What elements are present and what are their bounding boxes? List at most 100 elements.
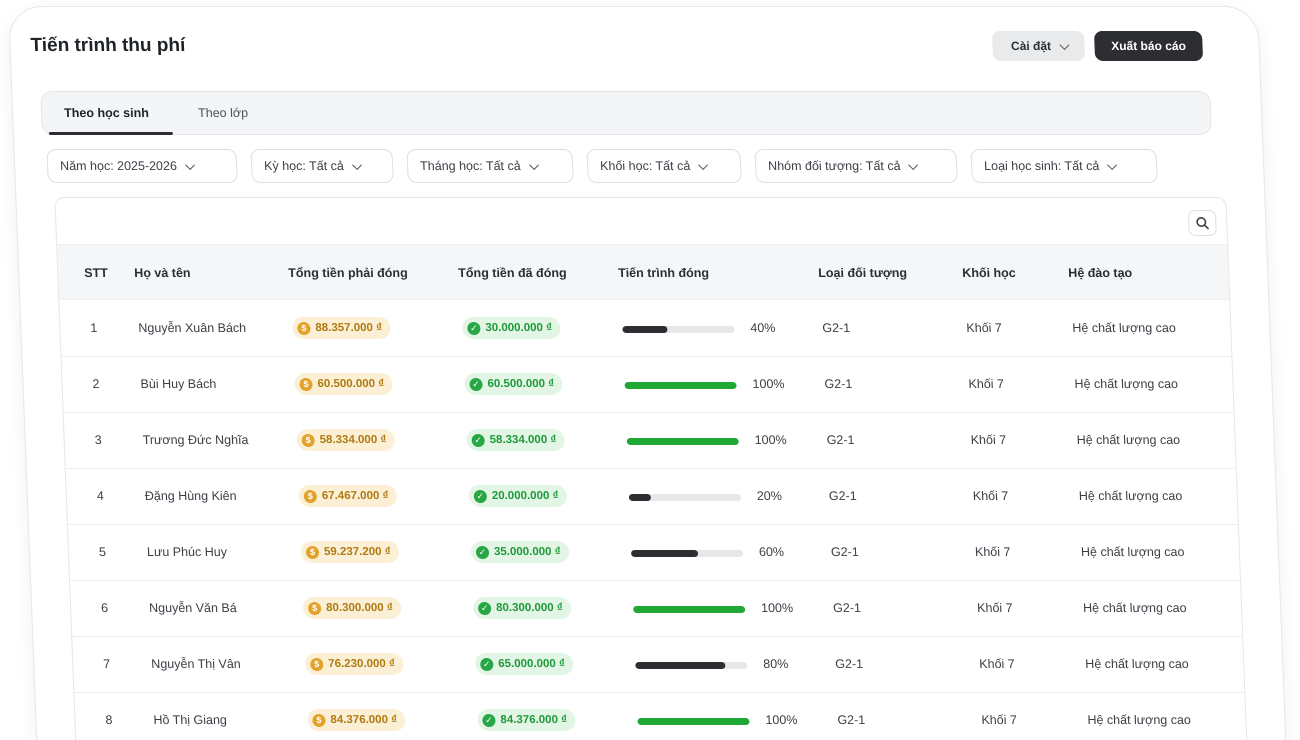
settings-button[interactable]: Cài đặt: [991, 31, 1086, 61]
payment-progress-percent: 40%: [750, 321, 776, 335]
export-report-button[interactable]: Xuất báo cáo: [1093, 31, 1204, 61]
chevron-down-icon: [1107, 159, 1118, 170]
column-header[interactable]: Tổng tiền phải đóng: [288, 266, 408, 280]
student-category: G2-1: [826, 433, 855, 447]
column-header[interactable]: Tiến trình đóng: [618, 266, 709, 280]
column-header[interactable]: Khối học: [962, 266, 1016, 280]
training-system: Hệ chất lượng cao: [1074, 377, 1179, 391]
student-name: Nguyễn Xuân Bách: [138, 321, 247, 335]
coin-icon: $: [299, 377, 313, 391]
filter-label: Năm học: 2025-2026: [59, 159, 178, 173]
amount-due: 60.500.000 ₫: [317, 378, 385, 390]
amount-due: 58.334.000 ₫: [319, 434, 387, 446]
payment-progress-percent: 80%: [763, 657, 789, 671]
chevron-down-icon: [528, 159, 539, 170]
amount-due-badge: $ 84.376.000 ₫: [307, 709, 406, 731]
payment-progress-percent: 100%: [754, 433, 787, 447]
payment-progress-bar: [633, 606, 746, 613]
training-system: Hệ chất lượng cao: [1076, 433, 1181, 447]
column-header[interactable]: Loại đối tượng: [818, 266, 907, 280]
table-row[interactable]: 1 Nguyễn Xuân Bách $ 88.357.000 ₫ ✓ 30.0…: [59, 301, 1232, 357]
filter-label: Loại học sinh: Tất cả: [983, 159, 1100, 173]
row-index: 5: [98, 545, 107, 559]
student-category: G2-1: [830, 545, 860, 559]
filter-student-type[interactable]: Loại học sinh: Tất cả: [970, 149, 1158, 183]
table-row[interactable]: 2 Bùi Huy Bách $ 60.500.000 ₫ ✓ 60.500.0…: [61, 357, 1234, 413]
student-name: Trương Đức Nghĩa: [142, 433, 249, 447]
student-category: G2-1: [822, 321, 851, 335]
check-circle-icon: ✓: [471, 433, 485, 447]
filter-grade[interactable]: Khối học: Tất cả: [586, 149, 742, 183]
table-row[interactable]: 4 Đặng Hùng Kiên $ 67.467.000 ₫ ✓ 20.000…: [65, 469, 1238, 525]
view-tabs: Theo học sinh Theo lớp: [40, 91, 1212, 135]
filter-school-year[interactable]: Năm học: 2025-2026: [46, 149, 238, 183]
table-row[interactable]: 7 Nguyễn Thị Vân $ 76.230.000 ₫ ✓ 65.000…: [72, 637, 1245, 693]
grade-level: Khối 7: [981, 713, 1018, 727]
amount-paid-badge: ✓ 30.000.000 ₫: [461, 317, 561, 339]
coin-icon: $: [297, 321, 311, 335]
payment-progress-bar: [635, 662, 748, 669]
grade-level: Khối 7: [966, 321, 1003, 335]
payment-progress-bar: [624, 382, 737, 389]
training-system: Hệ chất lượng cao: [1087, 713, 1192, 727]
amount-paid: 35.000.000 ₫: [493, 546, 561, 558]
page-title: Tiến trình thu phí: [30, 35, 186, 56]
filter-term[interactable]: Kỳ học: Tất cả: [250, 149, 394, 183]
filter-month[interactable]: Tháng học: Tất cả: [406, 149, 574, 183]
amount-paid-badge: ✓ 35.000.000 ₫: [470, 541, 570, 563]
amount-due: 59.237.200 ₫: [323, 546, 391, 558]
tab-by-student[interactable]: Theo học sinh: [64, 106, 149, 120]
table-row[interactable]: 5 Lưu Phúc Huy $ 59.237.200 ₫ ✓ 35.000.0…: [67, 525, 1241, 581]
payment-progress-fill: [622, 326, 668, 333]
amount-due-badge: $ 58.334.000 ₫: [296, 429, 395, 451]
table-row[interactable]: 6 Nguyễn Văn Bá $ 80.300.000 ₫ ✓ 80.300.…: [70, 581, 1243, 637]
active-tab-indicator: [48, 132, 173, 135]
payment-progress-percent: 100%: [760, 601, 794, 615]
students-table: STT Họ và tên Tổng tiền phải đóng Tổng t…: [54, 197, 1249, 740]
column-header[interactable]: Họ và tên: [134, 266, 191, 280]
column-header[interactable]: STT: [84, 266, 108, 280]
check-circle-icon: ✓: [482, 713, 496, 727]
column-header[interactable]: Hệ đào tạo: [1068, 266, 1132, 280]
table-header: STT Họ và tên Tổng tiền phải đóng Tổng t…: [57, 244, 1230, 300]
table-search-button[interactable]: [1187, 210, 1217, 236]
filter-student-group[interactable]: Nhóm đối tượng: Tất cả: [754, 149, 958, 183]
filter-label: Tháng học: Tất cả: [419, 159, 521, 173]
chevron-down-icon: [351, 159, 362, 170]
payment-progress-fill: [626, 438, 739, 445]
amount-paid-badge: ✓ 84.376.000 ₫: [477, 709, 576, 731]
amount-due-badge: $ 59.237.200 ₫: [300, 541, 400, 563]
settings-button-label: Cài đặt: [1010, 39, 1052, 53]
payment-progress-bar: [626, 438, 739, 445]
tab-by-class[interactable]: Theo lớp: [198, 106, 248, 120]
training-system: Hệ chất lượng cao: [1082, 601, 1187, 615]
amount-due-badge: $ 60.500.000 ₫: [294, 373, 393, 395]
payment-progress-percent: 100%: [752, 377, 785, 391]
student-name: Lưu Phúc Huy: [146, 545, 228, 559]
column-header[interactable]: Tổng tiền đã đóng: [458, 266, 567, 280]
coin-icon: $: [301, 433, 315, 447]
amount-paid-badge: ✓ 20.000.000 ₫: [468, 485, 567, 507]
amount-due-badge: $ 67.467.000 ₫: [298, 485, 397, 507]
row-index: 2: [92, 377, 100, 391]
amount-due: 80.300.000 ₫: [325, 602, 394, 614]
filter-bar: Năm học: 2025-2026 Kỳ học: Tất cả Tháng …: [46, 149, 1227, 183]
coin-icon: $: [307, 601, 322, 615]
student-category: G2-1: [828, 489, 857, 503]
check-circle-icon: ✓: [475, 545, 490, 559]
table-row[interactable]: 3 Trương Đức Nghĩa $ 58.334.000 ₫ ✓ 58.3…: [63, 413, 1236, 469]
payment-progress-fill: [635, 662, 726, 669]
table-row[interactable]: 8 Hồ Thị Giang $ 84.376.000 ₫ ✓ 84.376.0…: [74, 693, 1247, 740]
payment-progress-percent: 60%: [758, 545, 785, 559]
amount-paid: 80.300.000 ₫: [495, 602, 564, 614]
check-circle-icon: ✓: [467, 321, 481, 335]
row-index: 1: [90, 321, 98, 335]
amount-due-badge: $ 76.230.000 ₫: [304, 653, 404, 675]
row-index: 8: [105, 713, 113, 727]
amount-paid: 60.500.000 ₫: [487, 378, 555, 390]
filter-label: Nhóm đối tượng: Tất cả: [767, 159, 901, 173]
payment-progress-fill: [628, 494, 652, 501]
amount-paid: 58.334.000 ₫: [489, 434, 557, 446]
check-circle-icon: ✓: [469, 377, 483, 391]
search-icon: [1196, 217, 1209, 230]
